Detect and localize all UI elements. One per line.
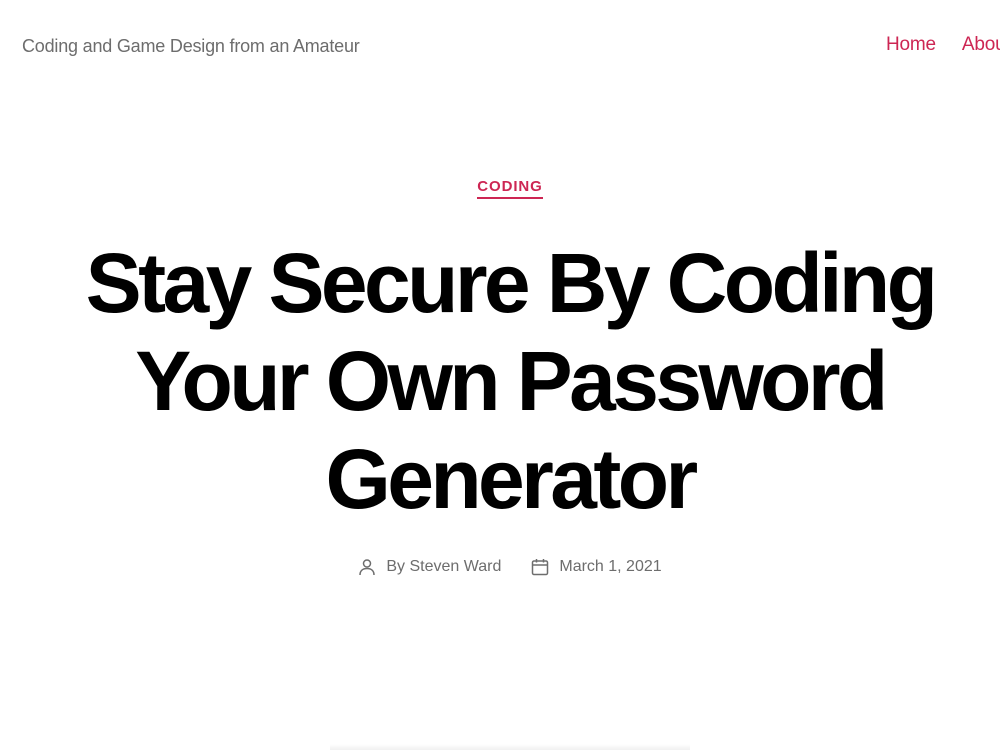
category-coding-link[interactable]: CODING: [477, 178, 543, 199]
site-header: Coding and Game Design from an Amateur H…: [0, 0, 1000, 90]
primary-nav: Home About: [886, 34, 1000, 56]
date-link[interactable]: March 1, 2021: [559, 558, 661, 576]
post-title-line-2: Your Own Password: [135, 334, 888, 428]
post-title-line-3: Generator: [325, 432, 698, 526]
post-meta: By Steven Ward March 1, 2021: [0, 558, 1000, 576]
post-title-line-1: Stay Secure By Coding: [85, 236, 938, 330]
author-link[interactable]: By Steven Ward: [386, 558, 501, 576]
post-author: By Steven Ward: [358, 558, 501, 576]
featured-image-edge: [330, 744, 690, 750]
post-date: March 1, 2021: [531, 558, 662, 576]
post-title: Stay Secure By Coding Your Own Password …: [0, 234, 1000, 528]
nav-link-home[interactable]: Home: [886, 34, 936, 56]
nav-link-about[interactable]: About: [962, 34, 1000, 56]
site-tagline: Coding and Game Design from an Amateur: [22, 36, 360, 56]
user-icon: [358, 558, 376, 576]
category-link: CODING: [0, 178, 1000, 199]
calendar-icon: [531, 558, 549, 576]
